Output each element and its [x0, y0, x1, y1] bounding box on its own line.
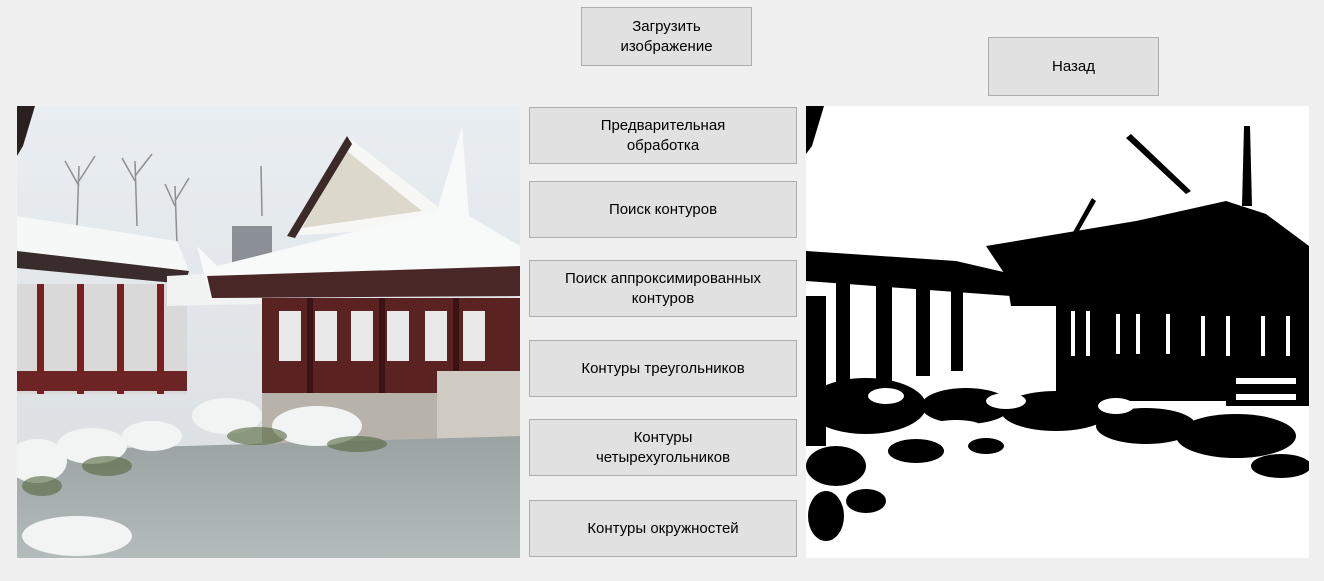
triangle-contours-button[interactable]: Контуры треугольников	[529, 340, 797, 397]
find-contours-button[interactable]: Поиск контуров	[529, 181, 797, 238]
preprocess-button[interactable]: Предварительная обработка	[529, 107, 797, 164]
back-button[interactable]: Назад	[988, 37, 1159, 96]
processed-image	[806, 106, 1309, 558]
approx-contours-button[interactable]: Поиск аппроксимированных контуров	[529, 260, 797, 317]
load-image-button[interactable]: Загрузить изображение	[581, 7, 752, 66]
original-image	[17, 106, 520, 558]
quad-contours-button[interactable]: Контуры четырехугольников	[529, 419, 797, 476]
circle-contours-button[interactable]: Контуры окружностей	[529, 500, 797, 557]
